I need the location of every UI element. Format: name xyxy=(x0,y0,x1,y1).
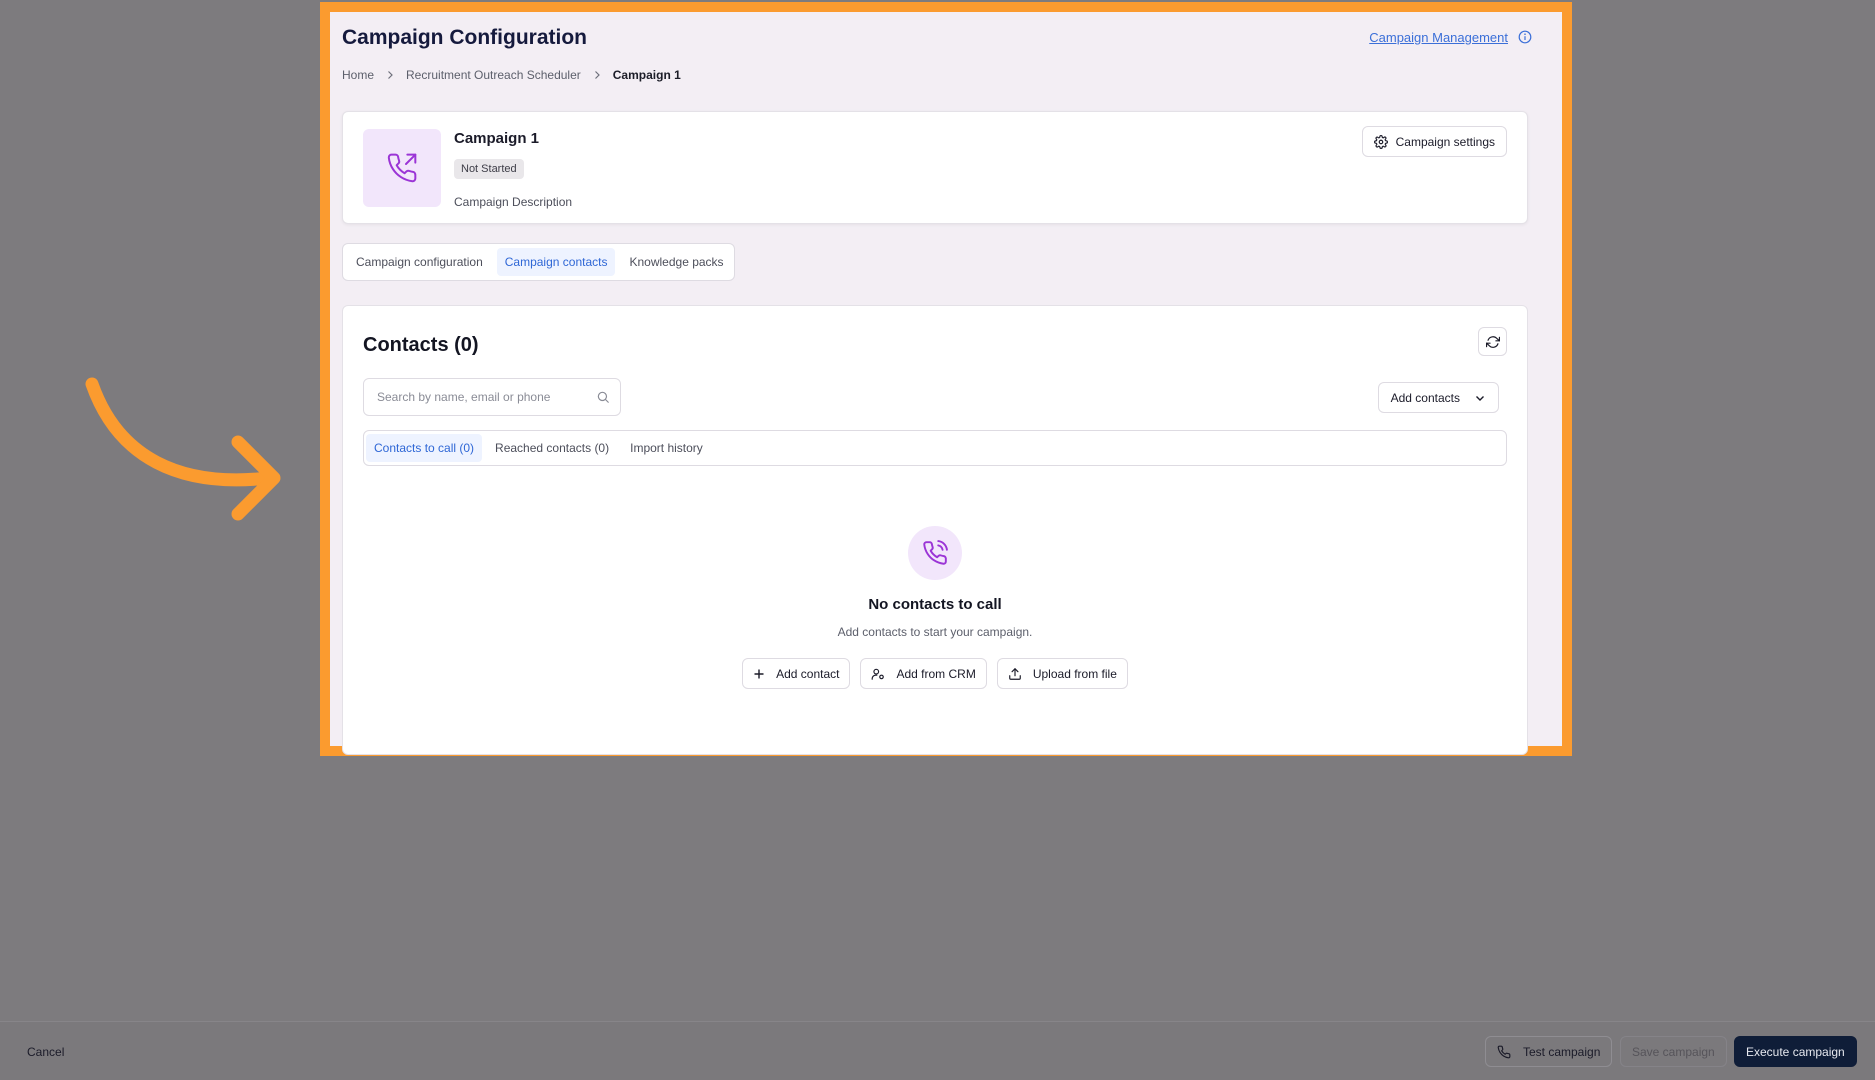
search-icon xyxy=(597,391,609,403)
breadcrumb-home[interactable]: Home xyxy=(342,68,374,82)
campaign-settings-button[interactable]: Campaign settings xyxy=(1361,126,1507,157)
campaign-summary-card: Campaign 1 Not Started Campaign Descript… xyxy=(342,111,1528,224)
breadcrumb: Home Recruitment Outreach Scheduler Camp… xyxy=(342,68,681,82)
campaign-thumbnail xyxy=(363,129,441,207)
refresh-button[interactable] xyxy=(1478,327,1507,356)
info-icon[interactable] xyxy=(1518,30,1532,44)
tab-contacts-to-call[interactable]: Contacts to call (0) xyxy=(366,434,483,462)
test-campaign-label: Test campaign xyxy=(1523,1044,1601,1059)
tab-import-history[interactable]: Import history xyxy=(622,434,711,462)
status-badge: Not Started xyxy=(454,159,524,179)
cancel-button[interactable]: Cancel xyxy=(27,1045,64,1059)
tab-knowledge-packs[interactable]: Knowledge packs xyxy=(621,248,731,276)
tab-campaign-configuration[interactable]: Campaign configuration xyxy=(348,248,491,276)
search-input[interactable] xyxy=(377,379,587,415)
plus-icon xyxy=(754,669,764,678)
tab-reached-contacts[interactable]: Reached contacts (0) xyxy=(487,434,617,462)
page-title: Campaign Configuration xyxy=(342,26,587,49)
contacts-subtabs: Contacts to call (0) Reached contacts (0… xyxy=(363,430,1507,466)
campaign-management-link[interactable]: Campaign Management xyxy=(1369,30,1508,45)
empty-state-actions: Add contact Add from CRM Upload from fil… xyxy=(742,658,1128,689)
add-from-crm-button[interactable]: Add from CRM xyxy=(860,658,987,689)
empty-state-subtitle: Add contacts to start your campaign. xyxy=(837,625,1033,639)
add-contacts-dropdown[interactable]: Add contacts xyxy=(1377,382,1499,413)
campaign-tabs: Campaign configuration Campaign contacts… xyxy=(342,243,735,281)
highlighted-region: Campaign Configuration Campaign Manageme… xyxy=(320,2,1572,756)
contacts-title: Contacts (0) xyxy=(363,334,479,356)
campaign-settings-label: Campaign settings xyxy=(1395,134,1495,149)
add-contact-button[interactable]: Add contact xyxy=(742,658,851,689)
empty-state: No contacts to call Add contacts to star… xyxy=(343,526,1527,689)
phone-call-icon xyxy=(923,540,948,565)
campaign-description: Campaign Description xyxy=(454,195,573,209)
chevron-down-icon xyxy=(1476,395,1484,401)
add-contact-label: Add contact xyxy=(776,666,840,681)
user-icon xyxy=(872,668,885,680)
chevron-right-icon xyxy=(594,71,600,79)
campaign-name: Campaign 1 xyxy=(454,130,540,147)
footer-bar: Cancel Test campaign Save campaign Execu… xyxy=(0,1021,1875,1080)
breadcrumb-current: Campaign 1 xyxy=(612,68,681,82)
search-box xyxy=(363,378,621,416)
add-contacts-label: Add contacts xyxy=(1390,390,1460,405)
phone-outgoing-icon xyxy=(387,153,417,183)
upload-from-file-label: Upload from file xyxy=(1032,666,1117,681)
refresh-icon xyxy=(1485,335,1500,348)
save-campaign-button[interactable]: Save campaign xyxy=(1620,1036,1727,1067)
test-campaign-button[interactable]: Test campaign xyxy=(1485,1036,1613,1067)
phone-icon xyxy=(1497,1045,1511,1058)
tab-campaign-contacts[interactable]: Campaign contacts xyxy=(496,248,616,276)
add-from-crm-label: Add from CRM xyxy=(896,666,976,681)
empty-state-title: No contacts to call xyxy=(868,596,1002,613)
upload-icon xyxy=(1009,667,1021,680)
chevron-right-icon xyxy=(388,71,393,79)
contacts-panel: Contacts (0) Add contacts Contacts to ca… xyxy=(342,305,1528,755)
breadcrumb-scheduler[interactable]: Recruitment Outreach Scheduler xyxy=(406,68,581,82)
curved-arrow-icon xyxy=(85,377,281,521)
gear-icon xyxy=(1373,134,1388,149)
execute-campaign-button[interactable]: Execute campaign xyxy=(1734,1036,1857,1067)
empty-state-badge xyxy=(908,526,962,580)
upload-from-file-button[interactable]: Upload from file xyxy=(996,658,1128,689)
